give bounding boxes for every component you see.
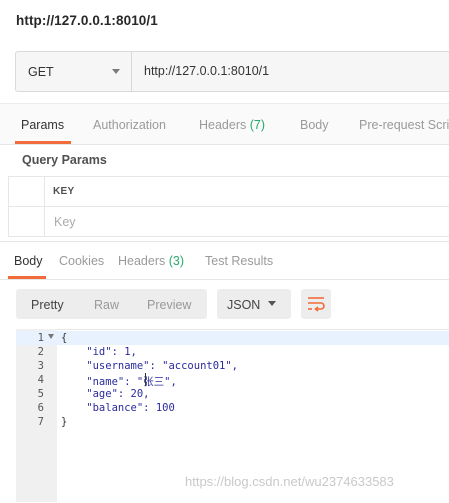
tab-params[interactable]: Params (21, 118, 64, 132)
table-border (8, 206, 449, 207)
code-line: "name": "张三", (61, 376, 177, 388)
url-input[interactable]: http://127.0.0.1:8010/1 (144, 64, 269, 78)
table-border (8, 236, 449, 237)
format-label: JSON (227, 298, 261, 312)
watermark: https://blog.csdn.net/wu2374633583 (185, 474, 394, 489)
divider (0, 241, 449, 242)
tab-response-body[interactable]: Body (14, 254, 43, 268)
wrap-lines-button[interactable] (301, 289, 331, 319)
wrap-lines-icon (308, 297, 325, 312)
text-cursor (145, 373, 146, 386)
tab-body[interactable]: Body (300, 118, 329, 132)
table-border (8, 176, 449, 177)
code-line: "id": 1, (61, 346, 137, 358)
query-params-title: Query Params (22, 153, 107, 167)
line-number: 7 (37, 416, 44, 428)
active-line-highlight (16, 331, 449, 345)
raw-button[interactable]: Raw (94, 298, 119, 312)
code-line: { (61, 332, 68, 344)
preview-button[interactable]: Preview (147, 298, 191, 312)
active-tab-indicator (15, 141, 71, 144)
line-number: 3 (37, 360, 44, 372)
table-border (8, 176, 9, 237)
tab-authorization[interactable]: Authorization (93, 118, 166, 132)
code-line: } (61, 416, 68, 428)
chevron-down-icon (268, 301, 276, 306)
line-number: 1 (37, 332, 44, 344)
tab-headers[interactable]: Headers (7) (199, 118, 265, 132)
method-label: GET (28, 65, 54, 79)
tab-response-headers[interactable]: Headers (3) (118, 254, 184, 268)
code-line: "age": 20, (61, 388, 150, 400)
response-headers-count: (3) (168, 254, 185, 268)
key-input[interactable]: Key (54, 215, 76, 229)
fold-arrow-icon[interactable] (48, 334, 54, 339)
key-column-header: KEY (53, 186, 75, 197)
line-number: 2 (37, 346, 44, 358)
tab-test-results[interactable]: Test Results (205, 254, 273, 268)
table-border (44, 176, 45, 237)
code-line: "username": "account01", (61, 360, 239, 372)
pretty-button[interactable]: Pretty (31, 298, 64, 312)
code-line: "balance": 100 (61, 402, 175, 414)
line-number: 5 (37, 388, 44, 400)
line-number: 6 (37, 402, 44, 414)
divider (0, 279, 449, 280)
request-title: http://127.0.0.1:8010/1 (16, 13, 158, 28)
chevron-down-icon (112, 69, 120, 74)
headers-count: (7) (249, 118, 266, 132)
tab-pre-request-script[interactable]: Pre-request Scrip (359, 118, 449, 132)
tab-cookies[interactable]: Cookies (59, 254, 104, 268)
line-number: 4 (37, 374, 44, 386)
